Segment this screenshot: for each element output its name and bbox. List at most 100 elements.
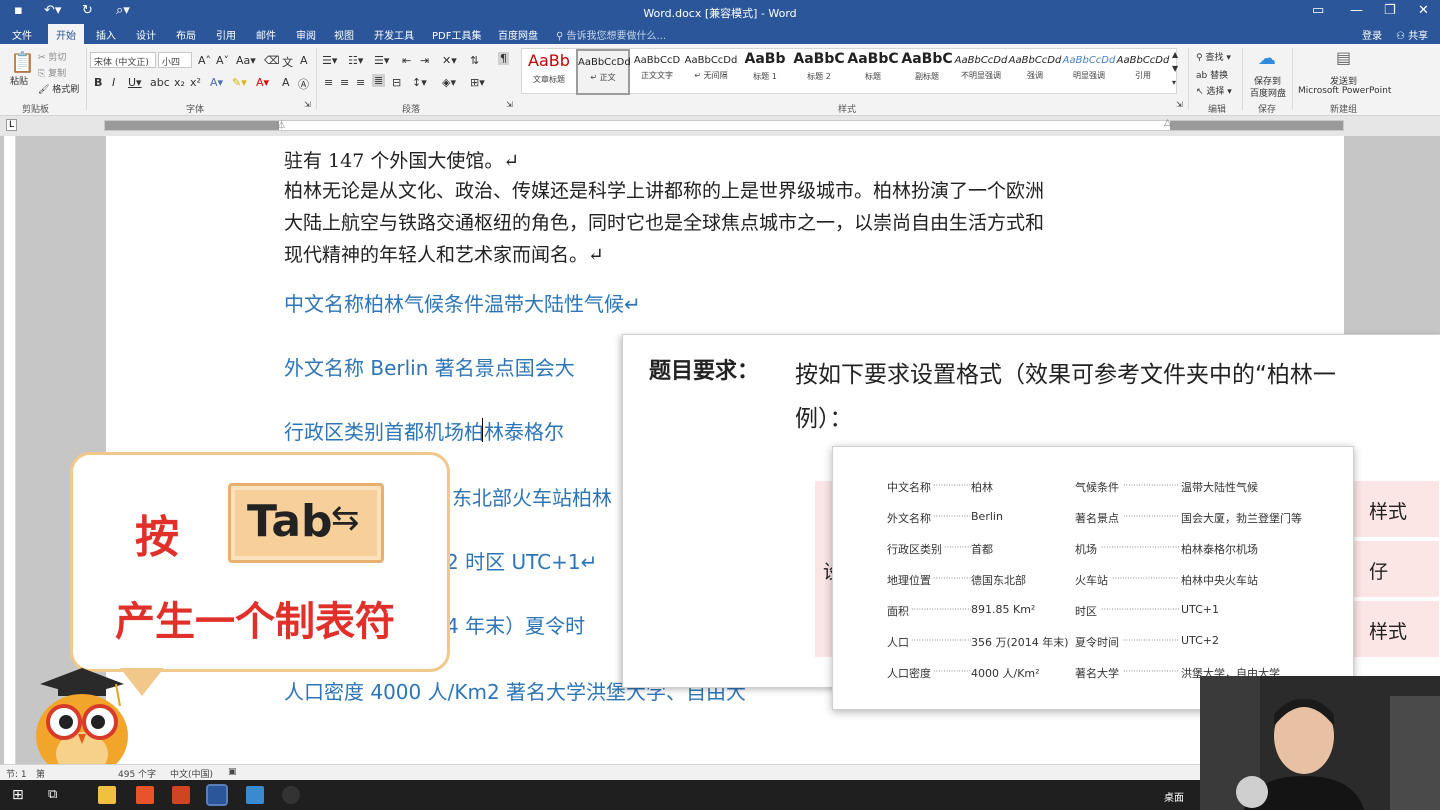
gallery-down-icon[interactable]: ▼ bbox=[1172, 64, 1178, 73]
restore-button[interactable]: ❐ bbox=[1384, 3, 1396, 18]
phonetic-guide-icon[interactable]: 文 bbox=[282, 54, 293, 70]
tab-selector-icon[interactable]: L bbox=[6, 119, 18, 131]
style-item[interactable]: AaBbCcDd 引用 bbox=[1116, 49, 1170, 95]
font-dialog-launcher-icon[interactable]: ⇲ bbox=[304, 100, 311, 109]
language-indicator[interactable]: 中文(中国) bbox=[170, 767, 213, 780]
gallery-more-icon[interactable]: ▾ bbox=[1172, 78, 1176, 87]
shrink-font-icon[interactable]: A˅ bbox=[216, 54, 229, 67]
indent-marker-icon[interactable]: ⏃ bbox=[277, 118, 286, 131]
task-view-icon[interactable]: ⧉ bbox=[48, 787, 57, 802]
align-left-icon[interactable]: ≡ bbox=[324, 76, 333, 89]
sort-icon[interactable]: ⇅ bbox=[470, 54, 479, 67]
style-item[interactable]: AaBbCcD 正文文字 bbox=[630, 49, 684, 95]
tab-baidu-netdisk[interactable]: 百度网盘 bbox=[498, 27, 538, 42]
word-icon[interactable] bbox=[206, 784, 228, 806]
align-right-icon[interactable]: ≡ bbox=[356, 76, 365, 89]
find-button[interactable]: ⚲ 查找 ▾ bbox=[1196, 50, 1231, 63]
clear-format-icon[interactable]: ⌫ bbox=[264, 54, 280, 67]
photos-icon[interactable] bbox=[246, 786, 264, 804]
file-explorer-icon[interactable] bbox=[98, 786, 116, 804]
font-name-combo[interactable]: 宋体 (中文正) bbox=[90, 52, 156, 68]
strikethrough-icon[interactable]: abc bbox=[150, 76, 170, 89]
increase-indent-icon[interactable]: ⇥ bbox=[420, 54, 429, 67]
style-item[interactable]: AaBbCcDd 不明显强调 bbox=[954, 49, 1008, 95]
share-button[interactable]: ⚇ 共享 bbox=[1396, 27, 1428, 42]
text-effects-icon[interactable]: A▾ bbox=[210, 76, 223, 89]
app-c-icon[interactable] bbox=[136, 786, 154, 804]
select-button[interactable]: ↖ 选择 ▾ bbox=[1196, 84, 1232, 97]
bold-icon[interactable]: B bbox=[94, 76, 102, 89]
style-item[interactable]: AaBbC 副标题 bbox=[900, 49, 954, 95]
style-item[interactable]: AaBb 标题 1 bbox=[738, 49, 792, 95]
change-case-icon[interactable]: Aa▾ bbox=[236, 54, 256, 67]
tab-view[interactable]: 视图 bbox=[334, 27, 354, 42]
decrease-indent-icon[interactable]: ⇤ bbox=[402, 54, 411, 67]
paste-icon[interactable]: 📋 bbox=[10, 50, 35, 74]
shading-icon[interactable]: ◈▾ bbox=[442, 76, 456, 89]
gallery-up-icon[interactable]: ▲ bbox=[1172, 50, 1178, 59]
vertical-ruler[interactable] bbox=[4, 136, 16, 764]
show-marks-icon[interactable]: ¶ bbox=[498, 52, 509, 65]
distributed-icon[interactable]: ⊟ bbox=[392, 76, 401, 89]
qq-icon[interactable] bbox=[282, 786, 300, 804]
close-button[interactable]: ✕ bbox=[1418, 3, 1429, 18]
minimize-button[interactable]: — bbox=[1350, 3, 1363, 18]
windows-start-icon[interactable]: ⊞ bbox=[12, 787, 24, 803]
line-spacing-icon[interactable]: ↕▾ bbox=[412, 76, 427, 89]
italic-icon[interactable]: I bbox=[112, 76, 115, 89]
highlight-icon[interactable]: ✎▾ bbox=[232, 76, 247, 89]
tab-file[interactable]: 文件 bbox=[12, 27, 32, 42]
subscript-icon[interactable]: x₂ bbox=[174, 76, 185, 89]
justify-icon[interactable]: ≣ bbox=[372, 74, 386, 87]
desktop-label[interactable]: 桌面 bbox=[1164, 789, 1184, 804]
tell-me-input[interactable]: ⚲ 告诉我您想要做什么... bbox=[556, 27, 666, 42]
borders-icon[interactable]: ⊞▾ bbox=[470, 76, 485, 89]
baidu-cloud-icon[interactable]: ☁ bbox=[1258, 48, 1276, 69]
copy-button[interactable]: ⎘ 复制 bbox=[38, 66, 66, 79]
style-item[interactable]: AaBbCcDd 明显强调 bbox=[1062, 49, 1116, 95]
ribbon-display-icon[interactable]: ▭ bbox=[1312, 3, 1324, 18]
send-powerpoint-icon[interactable]: ▤ bbox=[1336, 48, 1351, 67]
paste-button[interactable]: 粘贴 bbox=[10, 74, 28, 87]
tab-design[interactable]: 设计 bbox=[136, 27, 156, 42]
underline-icon[interactable]: U▾ bbox=[128, 76, 142, 89]
tab-review[interactable]: 审阅 bbox=[296, 27, 316, 42]
login-link[interactable]: 登录 bbox=[1362, 27, 1382, 42]
powerpoint-label[interactable]: Microsoft PowerPoint bbox=[1298, 86, 1391, 96]
format-painter-button[interactable]: 🖌 格式刷 bbox=[38, 82, 79, 95]
style-item[interactable]: AaBbC 标题 bbox=[846, 49, 900, 95]
char-shading-icon[interactable]: A bbox=[282, 76, 290, 89]
right-indent-marker-icon[interactable]: △ bbox=[1164, 118, 1171, 128]
macro-icon[interactable]: ▣ bbox=[228, 767, 237, 777]
style-item[interactable]: AaBbCcDd 强调 bbox=[1008, 49, 1062, 95]
font-size-combo[interactable]: 小四 bbox=[158, 52, 192, 68]
tab-references[interactable]: 引用 bbox=[216, 27, 236, 42]
enclose-char-icon[interactable]: Ⓐ bbox=[298, 76, 309, 92]
grow-font-icon[interactable]: A˄ bbox=[198, 54, 211, 67]
style-item[interactable]: AaBbCcDd ↵ 正文 bbox=[576, 49, 631, 95]
styles-dialog-launcher-icon[interactable]: ⇲ bbox=[1176, 100, 1183, 109]
cut-button[interactable]: ✂ 剪切 bbox=[38, 50, 66, 63]
style-item[interactable]: AaBbCcDd ↵ 无间隔 bbox=[684, 49, 738, 95]
page-indicator[interactable]: 第 bbox=[36, 767, 45, 780]
multilevel-list-icon[interactable]: ☰▾ bbox=[374, 54, 389, 67]
superscript-icon[interactable]: x² bbox=[190, 76, 201, 89]
tab-layout[interactable]: 布局 bbox=[176, 27, 196, 42]
powerpoint-icon[interactable] bbox=[172, 786, 190, 804]
chinese-layout-icon[interactable]: ✕▾ bbox=[442, 54, 457, 67]
style-item[interactable]: AaBbC 标题 2 bbox=[792, 49, 846, 95]
align-center-icon[interactable]: ≡ bbox=[340, 76, 349, 89]
tab-mailings[interactable]: 邮件 bbox=[256, 27, 276, 42]
tab-home[interactable]: 开始 bbox=[48, 24, 84, 44]
font-color-icon[interactable]: A▾ bbox=[256, 76, 269, 89]
tab-developer[interactable]: 开发工具 bbox=[374, 27, 414, 42]
word-count[interactable]: 495 个字 bbox=[118, 767, 156, 780]
section-indicator[interactable]: 节: 1 bbox=[6, 767, 27, 780]
tab-insert[interactable]: 插入 bbox=[96, 27, 116, 42]
numbering-icon[interactable]: ☷▾ bbox=[348, 54, 363, 67]
bullets-icon[interactable]: ☰▾ bbox=[322, 54, 337, 67]
char-border-icon[interactable]: A bbox=[300, 54, 308, 67]
tab-pdf-tools[interactable]: PDF工具集 bbox=[432, 27, 481, 42]
style-item[interactable]: AaBb 文章标题 bbox=[522, 49, 576, 95]
replace-button[interactable]: ab 替换 bbox=[1196, 68, 1228, 81]
